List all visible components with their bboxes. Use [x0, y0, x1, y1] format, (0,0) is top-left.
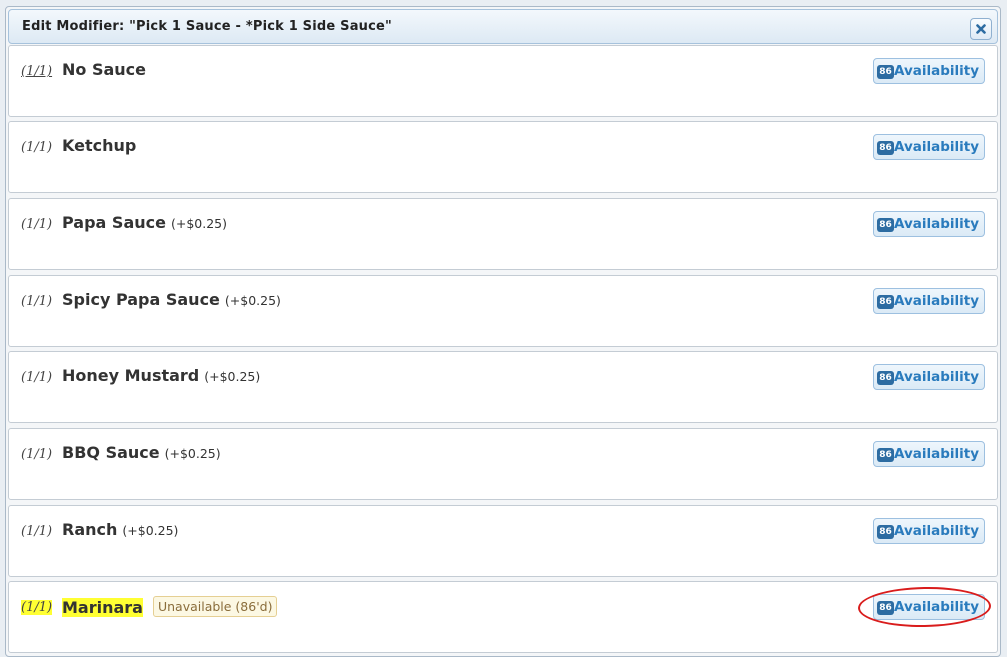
modifier-price: (+$0.25) [164, 446, 221, 461]
modifier-name: Ketchup [62, 136, 136, 155]
modifier-name-text: Papa Sauce [62, 213, 166, 232]
modifier-row: (1/1) Honey Mustard (+$0.25) 86 Availability [8, 351, 998, 423]
dialog-title: Edit Modifier: "Pick 1 Sauce - *Pick 1 S… [22, 19, 393, 34]
eighty-six-icon: 86 [877, 601, 894, 615]
availability-button[interactable]: 86 Availability [873, 441, 985, 467]
modifier-row: (1/1) Ketchup 86 Availability [8, 121, 998, 193]
modifier-name: BBQ Sauce (+$0.25) [62, 443, 221, 462]
modifier-name: Papa Sauce (+$0.25) [62, 213, 227, 232]
availability-button[interactable]: 86 Availability [873, 518, 985, 544]
modifier-row: (1/1) Marinara Unavailable (86'd) 86 Availab… [8, 581, 998, 653]
unavailable-badge: Unavailable (86'd) [152, 596, 278, 617]
eighty-six-icon: 86 [877, 141, 894, 155]
eighty-six-icon: 86 [877, 371, 894, 385]
availability-button[interactable]: 86 Availability [873, 134, 985, 160]
modifier-name: Spicy Papa Sauce (+$0.25) [62, 290, 281, 309]
close-button[interactable] [970, 18, 992, 40]
modifier-count: (1/1) [21, 217, 53, 232]
modifier-count: (1/1) [21, 370, 53, 385]
availability-button[interactable]: 86 Availability [873, 288, 985, 314]
availability-button[interactable]: 86 Availability [873, 364, 985, 390]
modifier-price: (+$0.25) [204, 369, 261, 384]
modifier-name: Ranch (+$0.25) [62, 520, 178, 539]
availability-label: Availability [894, 63, 980, 79]
availability-label: Availability [894, 369, 980, 385]
eighty-six-icon: 86 [877, 218, 894, 232]
edit-modifier-dialog: Edit Modifier: "Pick 1 Sauce - *Pick 1 S… [5, 6, 1001, 657]
modifier-count: (1/1) [21, 294, 53, 309]
modifier-count: (1/1) [21, 447, 53, 462]
modifier-row: (1/1) No Sauce 86 Availability [8, 45, 998, 117]
modifier-count: (1/1) [21, 600, 53, 615]
modifier-row: (1/1) Papa Sauce (+$0.25) 86 Availability [8, 198, 998, 270]
modifier-count: (1/1) [21, 64, 53, 79]
availability-label: Availability [894, 293, 980, 309]
availability-label: Availability [894, 139, 980, 155]
eighty-six-icon: 86 [877, 295, 894, 309]
eighty-six-icon: 86 [877, 525, 894, 539]
availability-button[interactable]: 86 Availability [873, 211, 985, 237]
modifier-price: (+$0.25) [224, 293, 281, 308]
modifier-name: Marinara Unavailable (86'd) [62, 596, 278, 617]
availability-label: Availability [894, 446, 980, 462]
modifier-name-text: Ranch [62, 520, 118, 539]
modifier-count: (1/1) [21, 140, 53, 155]
close-icon [976, 24, 986, 34]
dialog-titlebar: Edit Modifier: "Pick 1 Sauce - *Pick 1 S… [8, 9, 998, 44]
modifier-price: (+$0.25) [122, 523, 179, 538]
modifier-name-text: Honey Mustard [62, 366, 200, 385]
availability-label: Availability [894, 216, 980, 232]
modifier-name-text: Marinara [62, 598, 143, 617]
modifier-name: Honey Mustard (+$0.25) [62, 366, 260, 385]
availability-label: Availability [894, 599, 980, 615]
modifier-name: No Sauce [62, 60, 146, 79]
eighty-six-icon: 86 [877, 448, 894, 462]
modifier-count: (1/1) [21, 524, 53, 539]
eighty-six-icon: 86 [877, 65, 894, 79]
modifier-name-text: Ketchup [62, 136, 137, 155]
availability-button[interactable]: 86 Availability [873, 58, 985, 84]
modifier-price: (+$0.25) [170, 216, 227, 231]
modifier-name-text: BBQ Sauce [62, 443, 160, 462]
availability-label: Availability [894, 523, 980, 539]
modifier-name-text: No Sauce [62, 60, 146, 79]
modifier-row: (1/1) BBQ Sauce (+$0.25) 86 Availability [8, 428, 998, 500]
modifier-row: (1/1) Spicy Papa Sauce (+$0.25) 86 Availabil… [8, 275, 998, 347]
modifier-name-text: Spicy Papa Sauce [62, 290, 220, 309]
availability-button[interactable]: 86 Availability [873, 594, 985, 620]
modifier-row: (1/1) Ranch (+$0.25) 86 Availability [8, 505, 998, 577]
